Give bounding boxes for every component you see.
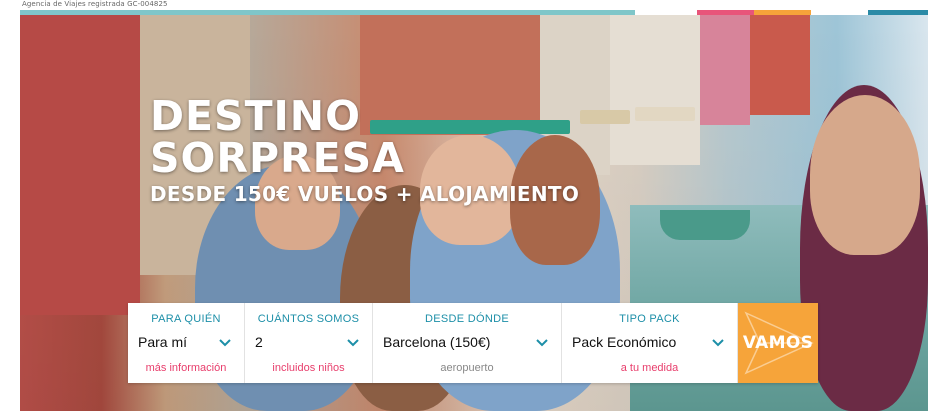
vamos-button[interactable]: VAMOS bbox=[738, 303, 818, 383]
field-tipo-pack[interactable]: TIPO PACK Pack Económico a tu medida bbox=[562, 303, 738, 383]
field-label: DESDE DÓNDE bbox=[425, 313, 509, 325]
chevron-down-icon[interactable] bbox=[218, 336, 232, 350]
custom-pack-link[interactable]: a tu medida bbox=[562, 362, 737, 374]
hero-title-line1: DESTINO bbox=[150, 92, 361, 140]
hero-title-line2: SORPRESA bbox=[150, 134, 405, 182]
field-label: CUÁNTOS SOMOS bbox=[257, 313, 360, 325]
airport-note: aeropuerto bbox=[440, 362, 494, 374]
field-value[interactable]: Barcelona (150€) bbox=[383, 334, 490, 350]
field-value[interactable]: 2 bbox=[255, 334, 263, 350]
field-value[interactable]: Pack Económico bbox=[572, 334, 676, 350]
field-desde-donde[interactable]: DESDE DÓNDE Barcelona (150€) aeropuerto bbox=[373, 303, 562, 383]
hero-headline: DESTINO SORPRESA DESDE 150€ VUELOS + ALO… bbox=[150, 95, 579, 207]
registration-note: Agencia de Viajes registrada GC-004825 bbox=[22, 0, 168, 8]
children-included-note: incluidos niños bbox=[272, 362, 345, 374]
vamos-label: VAMOS bbox=[742, 333, 814, 353]
more-info-link[interactable]: más información bbox=[128, 362, 244, 374]
hero-subtitle: DESDE 150€ VUELOS + ALOJAMIENTO bbox=[150, 182, 580, 206]
search-form: PARA QUIÉN Para mí más información CUÁNT… bbox=[128, 303, 818, 383]
field-para-quien[interactable]: PARA QUIÉN Para mí más información bbox=[128, 303, 245, 383]
field-cuantos-somos[interactable]: CUÁNTOS SOMOS 2 incluidos niños bbox=[245, 303, 373, 383]
field-label: PARA QUIÉN bbox=[151, 313, 221, 325]
field-value[interactable]: Para mí bbox=[138, 334, 187, 350]
chevron-down-icon[interactable] bbox=[346, 336, 360, 350]
chevron-down-icon[interactable] bbox=[711, 336, 725, 350]
chevron-down-icon[interactable] bbox=[535, 336, 549, 350]
field-label: TIPO PACK bbox=[619, 313, 680, 325]
